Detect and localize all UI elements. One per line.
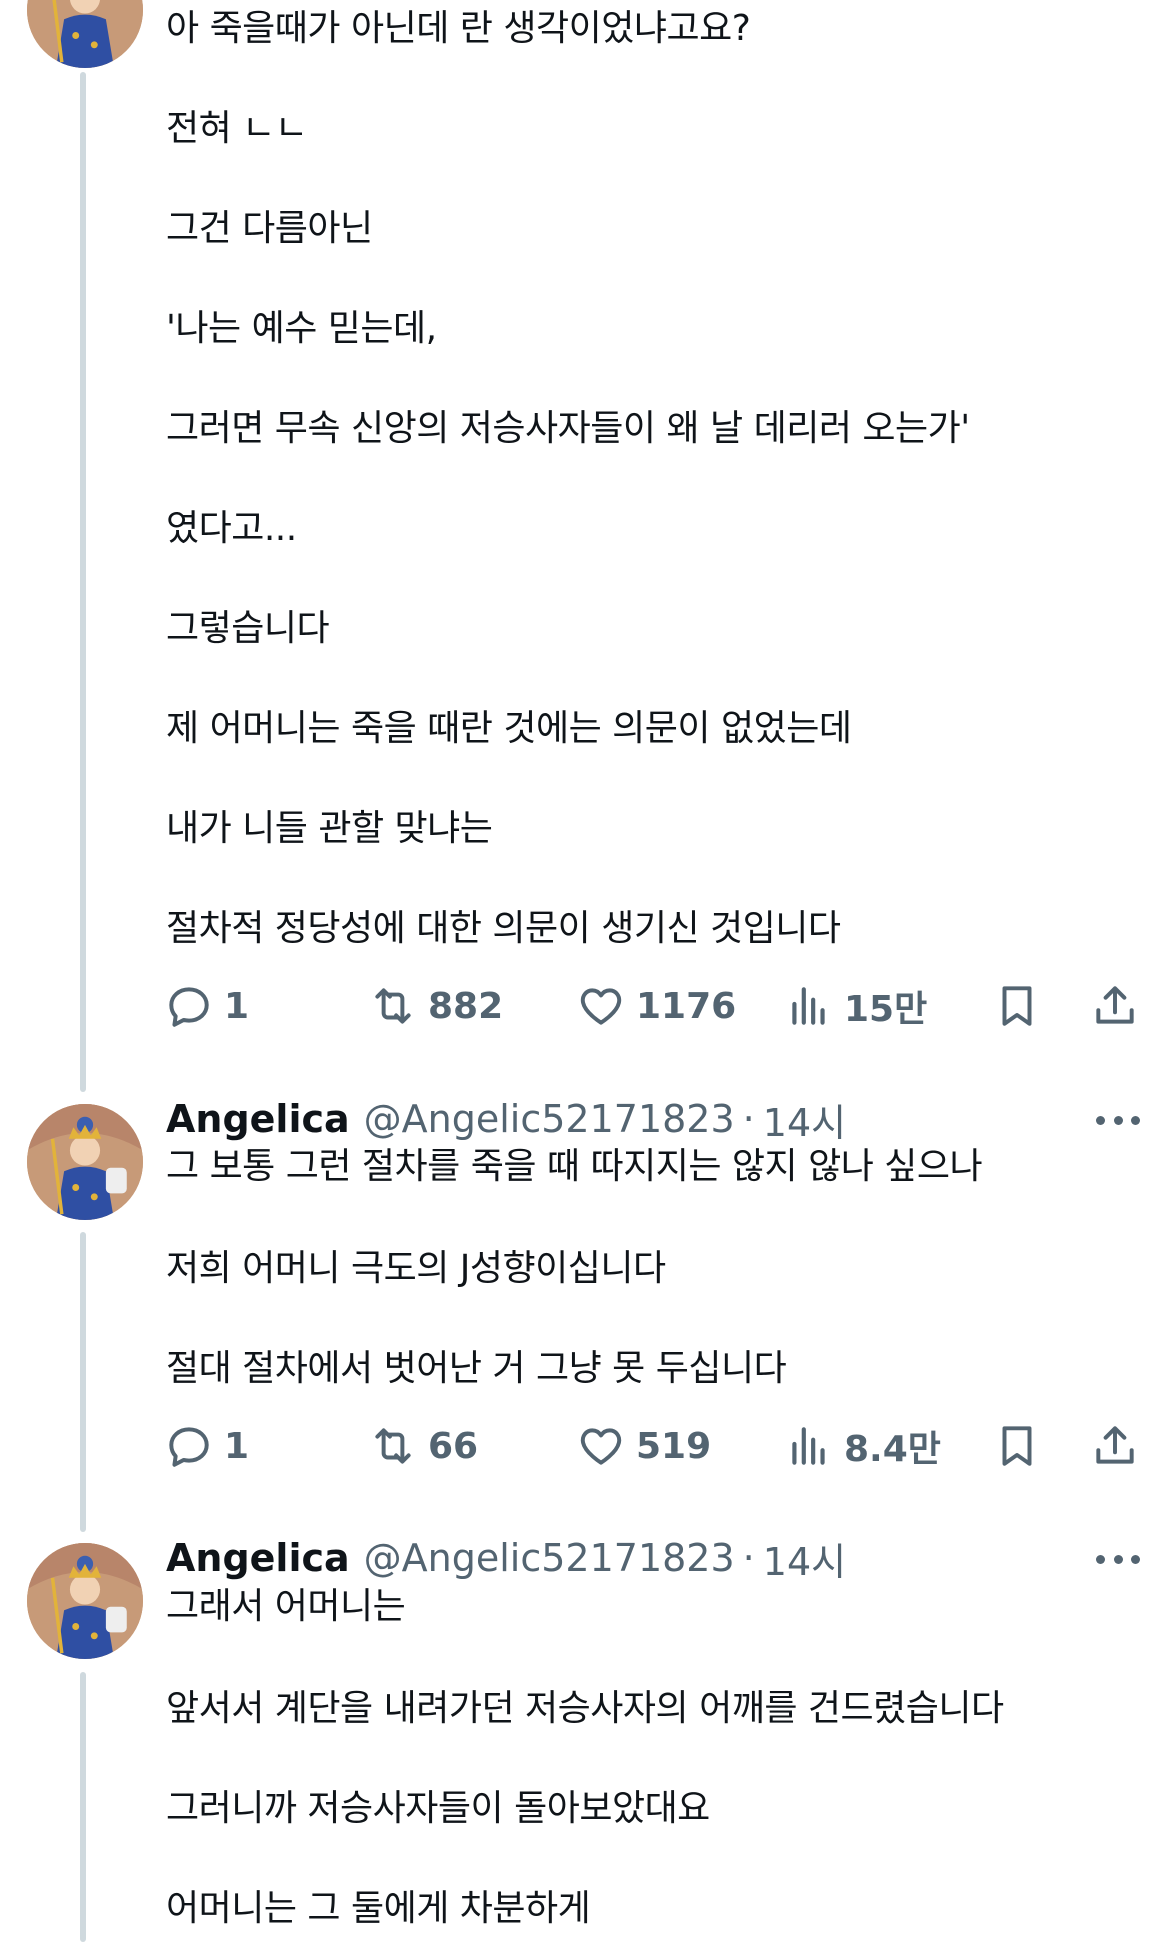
like-count: 519 <box>636 1425 712 1467</box>
tweet-line: 그렇습니다 <box>166 608 330 649</box>
like-button[interactable]: 519 <box>576 1418 711 1474</box>
more-icon <box>1096 1115 1105 1125</box>
tweet-line: 그래서 어머니는 <box>166 1586 406 1627</box>
more-icon <box>1131 1115 1140 1125</box>
tweet-line: 아 죽을때가 아닌데 란 생각이었냐고요? <box>166 8 751 49</box>
share-icon <box>1096 986 1134 1024</box>
retweet-icon <box>375 1428 411 1464</box>
retweet-count: 66 <box>428 1425 479 1467</box>
reply-icon <box>169 1427 209 1467</box>
tweet-line: 내가 니들 관할 맞냐는 <box>166 808 493 849</box>
user-handle[interactable]: @Angelic52171823 <box>364 1536 735 1580</box>
views-button[interactable]: 15만 <box>784 978 927 1034</box>
tweet-line: 앞서서 계단을 내려가던 저승사자의 어깨를 건드렸습니다 <box>166 1688 1004 1729</box>
separator-dot: · <box>742 1536 755 1580</box>
timestamp[interactable]: 14시 <box>763 1092 846 1147</box>
like-count: 1176 <box>636 985 737 1027</box>
more-button[interactable] <box>1096 1549 1140 1569</box>
tweet-line: '나는 예수 믿는데, <box>166 308 437 349</box>
share-button[interactable] <box>1090 978 1140 1034</box>
thread-connector <box>80 1672 86 1942</box>
tweet-line: 였다고... <box>166 508 297 549</box>
views-icon <box>792 1427 825 1465</box>
more-icon <box>1113 1554 1123 1564</box>
more-icon <box>1113 1115 1123 1125</box>
tweet-actions: 1 66 519 8.4만 <box>164 1418 1144 1474</box>
like-button[interactable]: 1176 <box>576 978 736 1034</box>
reply-button[interactable]: 1 <box>164 1418 249 1474</box>
views-icon <box>792 987 825 1025</box>
tweet-line: 그건 다름아닌 <box>166 208 373 249</box>
tweet-line: 어머니는 그 둘에게 차분하게 <box>166 1888 591 1929</box>
tweet-header: Angelica @Angelic52171823 · 14시 <box>166 1092 846 1147</box>
tweet-line: 저희 어머니 극도의 J성향이십니다 <box>166 1248 666 1289</box>
thread-connector <box>80 72 86 1092</box>
avatar[interactable] <box>27 1104 143 1220</box>
tweet-line: 절대 절차에서 벗어난 거 그냥 못 두십니다 <box>166 1348 787 1389</box>
bookmark-icon <box>1002 1426 1032 1466</box>
retweet-icon <box>375 988 411 1024</box>
more-icon <box>1131 1554 1140 1564</box>
avatar[interactable] <box>27 0 143 68</box>
user-handle[interactable]: @Angelic52171823 <box>364 1097 735 1141</box>
more-icon <box>1096 1554 1105 1564</box>
display-name[interactable]: Angelica <box>166 1097 350 1141</box>
tweet-line: 전혀 ㄴㄴ <box>166 108 308 149</box>
timestamp[interactable]: 14시 <box>763 1531 846 1586</box>
share-icon <box>1096 1426 1134 1464</box>
tweet-actions: 1 882 1176 15만 <box>164 978 1144 1034</box>
reply-count: 1 <box>224 985 250 1027</box>
reply-button[interactable]: 1 <box>164 978 249 1034</box>
heart-icon <box>580 988 622 1025</box>
retweet-button[interactable]: 882 <box>368 978 503 1034</box>
tweet-header: Angelica @Angelic52171823 · 14시 <box>166 1531 846 1586</box>
tweet-line: 그러면 무속 신앙의 저승사자들이 왜 날 데리러 오는가' <box>166 408 970 449</box>
bookmark-icon <box>1002 986 1032 1026</box>
thread-connector <box>80 1232 86 1532</box>
tweet-line: 제 어머니는 죽을 때란 것에는 의문이 없었는데 <box>166 708 852 749</box>
avatar[interactable] <box>27 1543 143 1659</box>
tweet-line: 그러니까 저승사자들이 돌아보았대요 <box>166 1788 710 1829</box>
heart-icon <box>580 1428 622 1465</box>
retweet-count: 882 <box>428 985 504 1027</box>
views-count: 15만 <box>844 989 928 1030</box>
bookmark-button[interactable] <box>992 978 1042 1034</box>
more-button[interactable] <box>1096 1110 1140 1130</box>
tweet-line: 절차적 정당성에 대한 의문이 생기신 것입니다 <box>166 908 841 949</box>
reply-count: 1 <box>224 1425 250 1467</box>
display-name[interactable]: Angelica <box>166 1536 350 1580</box>
reply-icon <box>169 987 209 1027</box>
separator-dot: · <box>742 1097 755 1141</box>
views-count: 8.4만 <box>844 1429 941 1470</box>
tweet-line: 그 보통 그런 절차를 죽을 때 따지지는 않지 않나 싶으나 <box>166 1146 983 1187</box>
bookmark-button[interactable] <box>992 1418 1042 1474</box>
share-button[interactable] <box>1090 1418 1140 1474</box>
retweet-button[interactable]: 66 <box>368 1418 478 1474</box>
views-button[interactable]: 8.4만 <box>784 1418 941 1474</box>
